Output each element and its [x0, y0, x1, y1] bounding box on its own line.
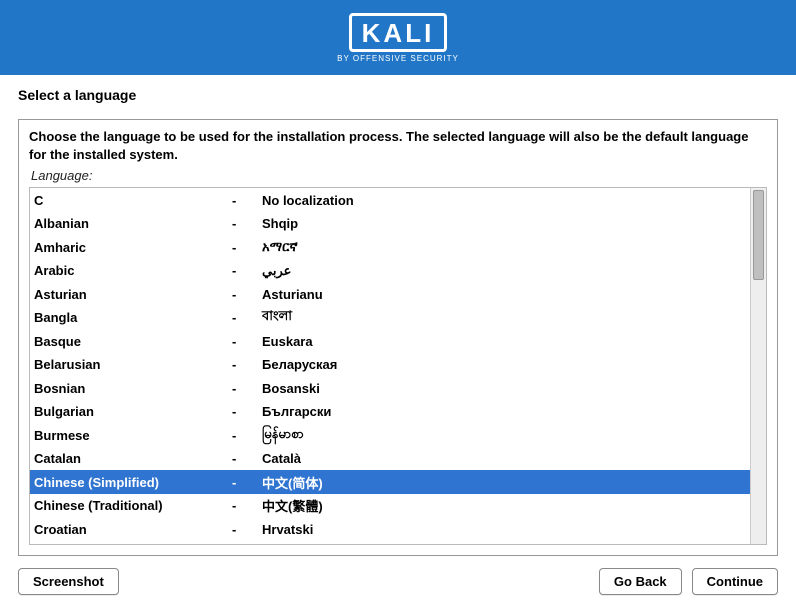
list-item[interactable]: Basque-Euskara — [30, 329, 750, 353]
scrollbar[interactable] — [750, 188, 766, 544]
language-native: Bosanski — [262, 381, 750, 396]
language-name: Basque — [34, 334, 232, 349]
separator: - — [232, 310, 262, 325]
language-native: Български — [262, 404, 750, 419]
language-native: Hrvatski — [262, 522, 750, 537]
go-back-button[interactable]: Go Back — [599, 568, 682, 595]
screenshot-button[interactable]: Screenshot — [18, 568, 119, 595]
separator: - — [232, 428, 262, 443]
footer-right: Go Back Continue — [599, 568, 778, 595]
separator: - — [232, 522, 262, 537]
language-native: Euskara — [262, 334, 750, 349]
separator: - — [232, 263, 262, 278]
language-list: C-No localizationAlbanian-ShqipAmharic-አ… — [29, 187, 767, 545]
list-item[interactable]: Bangla-বাংলা — [30, 306, 750, 330]
instruction-text: Choose the language to be used for the i… — [29, 128, 767, 164]
language-name: Asturian — [34, 287, 232, 302]
language-name: Amharic — [34, 240, 232, 255]
language-name: Bosnian — [34, 381, 232, 396]
continue-button[interactable]: Continue — [692, 568, 778, 595]
language-name: Croatian — [34, 522, 232, 537]
language-native: 中文(繁體) — [262, 496, 750, 515]
language-native: বাংলা — [262, 307, 750, 328]
list-item[interactable]: C-No localization — [30, 188, 750, 212]
language-native: عربي — [262, 263, 750, 279]
list-item[interactable]: Bosnian-Bosanski — [30, 376, 750, 400]
scrollbar-thumb[interactable] — [753, 190, 764, 280]
separator: - — [232, 240, 262, 255]
language-native: Shqip — [262, 216, 750, 231]
list-item[interactable]: Croatian-Hrvatski — [30, 517, 750, 541]
separator: - — [232, 287, 262, 302]
language-list-body[interactable]: C-No localizationAlbanian-ShqipAmharic-አ… — [30, 188, 750, 544]
language-name: Chinese (Simplified) — [34, 475, 232, 490]
language-native: မြန်မာစာ — [262, 426, 750, 445]
separator: - — [232, 475, 262, 490]
header-banner: KALI BY OFFENSIVE SECURITY — [0, 0, 796, 75]
list-item[interactable]: Belarusian-Беларуская — [30, 353, 750, 377]
separator: - — [232, 216, 262, 231]
language-name: Albanian — [34, 216, 232, 231]
language-name: Bulgarian — [34, 404, 232, 419]
language-name: Chinese (Traditional) — [34, 498, 232, 513]
list-item[interactable]: Amharic-አማርኛ — [30, 235, 750, 259]
language-native: አማርኛ — [262, 239, 750, 255]
language-name: Belarusian — [34, 357, 232, 372]
separator: - — [232, 357, 262, 372]
language-name: Arabic — [34, 263, 232, 278]
list-item[interactable]: Catalan-Català — [30, 447, 750, 471]
logo-text: KALI — [362, 18, 435, 49]
list-item[interactable]: Asturian-Asturianu — [30, 282, 750, 306]
main-panel: Choose the language to be used for the i… — [18, 119, 778, 556]
language-native: Беларуская — [262, 357, 750, 372]
language-native: Català — [262, 451, 750, 466]
language-name: Burmese — [34, 428, 232, 443]
language-native: 中文(简体) — [262, 473, 750, 492]
separator: - — [232, 404, 262, 419]
kali-logo: KALI BY OFFENSIVE SECURITY — [337, 13, 459, 63]
list-item[interactable]: Albanian-Shqip — [30, 212, 750, 236]
logo-subtitle: BY OFFENSIVE SECURITY — [337, 54, 459, 63]
list-item[interactable]: Chinese (Traditional)-中文(繁體) — [30, 494, 750, 518]
language-label: Language: — [31, 168, 767, 183]
separator: - — [232, 193, 262, 208]
separator: - — [232, 334, 262, 349]
language-native: Asturianu — [262, 287, 750, 302]
list-item[interactable]: Chinese (Simplified)-中文(简体) — [30, 470, 750, 494]
language-native: No localization — [262, 193, 750, 208]
list-item[interactable]: Burmese-မြန်မာစာ — [30, 423, 750, 447]
separator: - — [232, 381, 262, 396]
separator: - — [232, 498, 262, 513]
footer: Screenshot Go Back Continue — [0, 556, 796, 595]
content-area: Select a language Choose the language to… — [0, 75, 796, 556]
language-name: Bangla — [34, 310, 232, 325]
separator: - — [232, 451, 262, 466]
list-item[interactable]: Bulgarian-Български — [30, 400, 750, 424]
language-name: C — [34, 193, 232, 208]
logo-frame: KALI — [349, 13, 448, 52]
page-title: Select a language — [18, 87, 778, 103]
language-name: Catalan — [34, 451, 232, 466]
list-item[interactable]: Arabic-عربي — [30, 259, 750, 283]
